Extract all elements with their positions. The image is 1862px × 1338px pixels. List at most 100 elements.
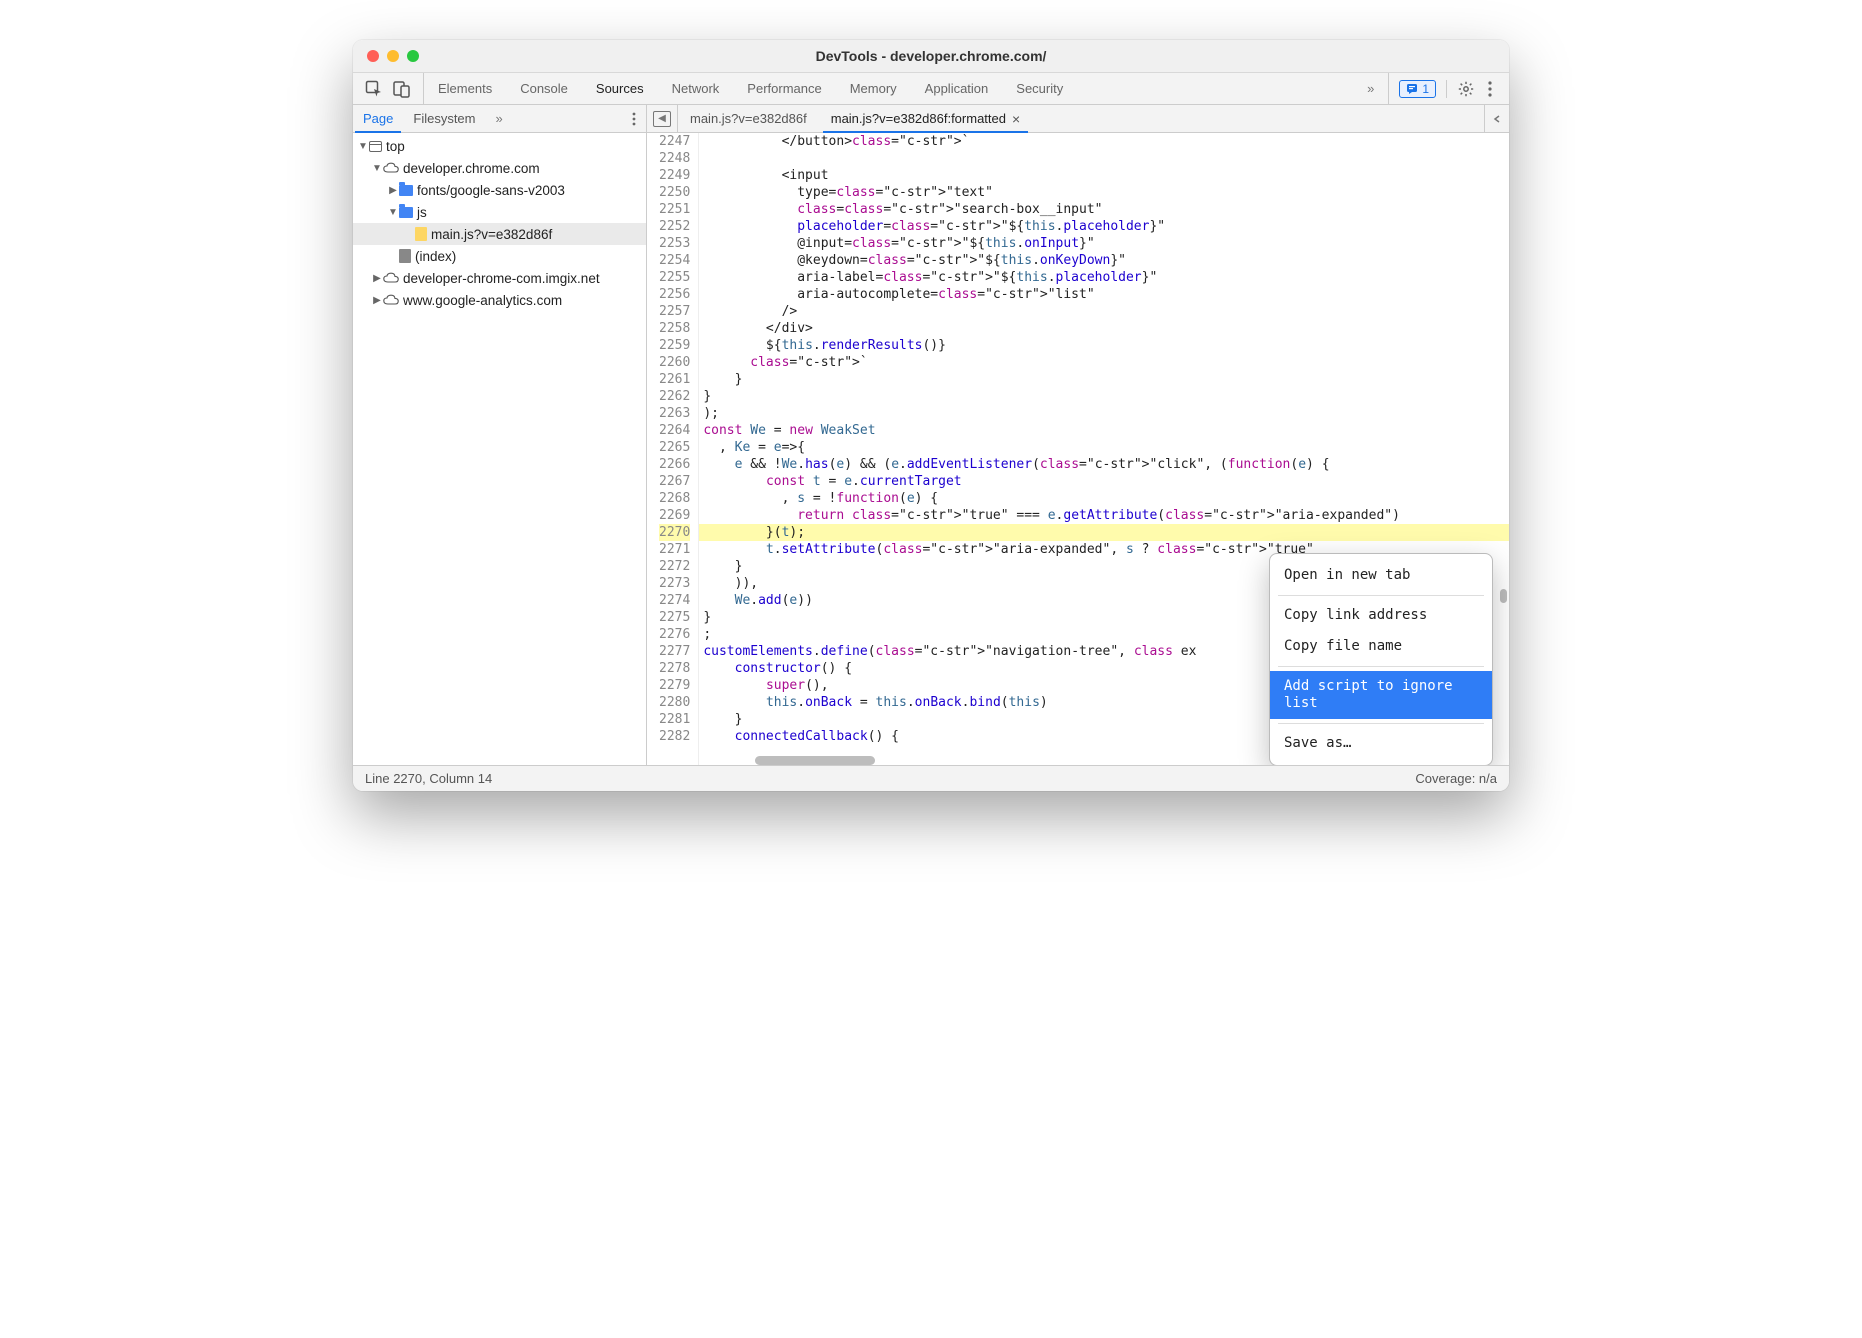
settings-icon[interactable] <box>1457 80 1475 98</box>
line-number[interactable]: 2251 <box>659 201 690 218</box>
disclosure-triangle[interactable]: ▶ <box>387 185 399 196</box>
line-number[interactable]: 2270 <box>659 524 690 541</box>
context-menu-item[interactable]: Save as… <box>1270 728 1492 759</box>
kebab-menu-icon[interactable] <box>1481 80 1499 98</box>
device-toolbar-icon[interactable] <box>393 80 411 98</box>
line-number[interactable]: 2278 <box>659 660 690 677</box>
context-menu-item[interactable]: Copy link address <box>1270 600 1492 631</box>
line-number[interactable]: 2247 <box>659 133 690 150</box>
horizontal-scrollbar[interactable] <box>755 756 875 765</box>
code-line[interactable]: return class="c-str">"true" === e.getAtt… <box>699 507 1509 524</box>
line-number[interactable]: 2268 <box>659 490 690 507</box>
line-number[interactable]: 2265 <box>659 439 690 456</box>
panel-tab-performance[interactable]: Performance <box>733 73 835 104</box>
line-number[interactable]: 2263 <box>659 405 690 422</box>
code-line[interactable]: </button>class="c-str">` <box>699 133 1509 150</box>
line-number[interactable]: 2249 <box>659 167 690 184</box>
line-number[interactable]: 2269 <box>659 507 690 524</box>
code-line[interactable]: placeholder=class="c-str">"${this.placeh… <box>699 218 1509 235</box>
navigator-tab-page[interactable]: Page <box>353 105 403 132</box>
tree-item[interactable]: ▼developer.chrome.com <box>353 157 646 179</box>
code-line[interactable]: } <box>699 371 1509 388</box>
line-number[interactable]: 2252 <box>659 218 690 235</box>
code-line[interactable]: ); <box>699 405 1509 422</box>
minimize-window-button[interactable] <box>387 50 399 62</box>
line-number[interactable]: 2260 <box>659 354 690 371</box>
panel-tab-elements[interactable]: Elements <box>424 73 506 104</box>
disclosure-triangle[interactable]: ▶ <box>371 295 383 306</box>
line-number[interactable]: 2259 <box>659 337 690 354</box>
line-number[interactable]: 2253 <box>659 235 690 252</box>
line-number[interactable]: 2282 <box>659 728 690 745</box>
panel-tab-console[interactable]: Console <box>506 73 582 104</box>
disclosure-triangle[interactable]: ▶ <box>371 273 383 284</box>
tree-item[interactable]: (index) <box>353 245 646 267</box>
line-number[interactable]: 2258 <box>659 320 690 337</box>
file-nav-back[interactable]: ◀ <box>647 105 678 132</box>
navigator-menu-icon[interactable] <box>622 105 646 132</box>
line-number[interactable]: 2262 <box>659 388 690 405</box>
context-menu-item[interactable]: Add script to ignore list <box>1270 671 1492 719</box>
close-tab-icon[interactable]: × <box>1012 111 1020 127</box>
line-number[interactable]: 2248 <box>659 150 690 167</box>
tree-item[interactable]: ▶www.google-analytics.com <box>353 289 646 311</box>
tree-item[interactable]: ▼js <box>353 201 646 223</box>
line-number[interactable]: 2271 <box>659 541 690 558</box>
line-number[interactable]: 2279 <box>659 677 690 694</box>
code-line[interactable]: class="c-str">` <box>699 354 1509 371</box>
issues-badge[interactable]: 1 <box>1399 80 1436 98</box>
code-line[interactable]: aria-label=class="c-str">"${this.placeho… <box>699 269 1509 286</box>
panel-tab-sources[interactable]: Sources <box>582 73 658 104</box>
line-number[interactable]: 2266 <box>659 456 690 473</box>
tree-item[interactable]: ▶developer-chrome-com.imgix.net <box>353 267 646 289</box>
line-number[interactable]: 2274 <box>659 592 690 609</box>
code-line[interactable]: const t = e.currentTarget <box>699 473 1509 490</box>
context-menu-item[interactable]: Copy file name <box>1270 631 1492 662</box>
navigator-more-tabs[interactable]: » <box>486 105 513 132</box>
code-editor[interactable]: 2247224822492250225122522253225422552256… <box>647 133 1509 765</box>
line-number[interactable]: 2256 <box>659 286 690 303</box>
tree-item[interactable]: main.js?v=e382d86f <box>353 223 646 245</box>
line-number[interactable]: 2273 <box>659 575 690 592</box>
close-window-button[interactable] <box>367 50 379 62</box>
line-number[interactable]: 2280 <box>659 694 690 711</box>
panel-tab-security[interactable]: Security <box>1002 73 1077 104</box>
panel-tab-application[interactable]: Application <box>911 73 1003 104</box>
vertical-scrollbar[interactable] <box>1500 589 1507 603</box>
code-line[interactable]: @keydown=class="c-str">"${this.onKeyDown… <box>699 252 1509 269</box>
file-tab[interactable]: main.js?v=e382d86f:formatted× <box>819 105 1032 132</box>
code-line[interactable]: @input=class="c-str">"${this.onInput}" <box>699 235 1509 252</box>
panel-tab-memory[interactable]: Memory <box>836 73 911 104</box>
file-tab[interactable]: main.js?v=e382d86f <box>678 105 819 132</box>
code-line[interactable]: , Ke = e=>{ <box>699 439 1509 456</box>
code-line[interactable]: const We = new WeakSet <box>699 422 1509 439</box>
line-number[interactable]: 2281 <box>659 711 690 728</box>
code-line[interactable]: type=class="c-str">"text" <box>699 184 1509 201</box>
code-line[interactable]: , s = !function(e) { <box>699 490 1509 507</box>
code-line[interactable]: } <box>699 388 1509 405</box>
code-line[interactable]: aria-autocomplete=class="c-str">"list" <box>699 286 1509 303</box>
line-number[interactable]: 2267 <box>659 473 690 490</box>
line-number[interactable]: 2257 <box>659 303 690 320</box>
context-menu-item[interactable]: Open in new tab <box>1270 560 1492 591</box>
line-number[interactable]: 2255 <box>659 269 690 286</box>
disclosure-triangle[interactable]: ▼ <box>387 207 399 218</box>
toggle-debugger-icon[interactable] <box>1484 105 1509 132</box>
line-number[interactable]: 2275 <box>659 609 690 626</box>
line-number[interactable]: 2261 <box>659 371 690 388</box>
navigator-tab-filesystem[interactable]: Filesystem <box>403 105 485 132</box>
file-tree[interactable]: ▼top▼developer.chrome.com▶fonts/google-s… <box>353 133 646 765</box>
line-number[interactable]: 2250 <box>659 184 690 201</box>
code-line[interactable]: </div> <box>699 320 1509 337</box>
code-line[interactable]: ${this.renderResults()} <box>699 337 1509 354</box>
line-number[interactable]: 2276 <box>659 626 690 643</box>
line-number[interactable]: 2277 <box>659 643 690 660</box>
code-line[interactable]: e && !We.has(e) && (e.addEventListener(c… <box>699 456 1509 473</box>
tree-item[interactable]: ▼top <box>353 135 646 157</box>
line-number[interactable]: 2272 <box>659 558 690 575</box>
disclosure-triangle[interactable]: ▼ <box>371 163 383 174</box>
code-line[interactable]: }(t); <box>699 524 1509 541</box>
code-line[interactable] <box>699 150 1509 167</box>
line-number[interactable]: 2254 <box>659 252 690 269</box>
zoom-window-button[interactable] <box>407 50 419 62</box>
